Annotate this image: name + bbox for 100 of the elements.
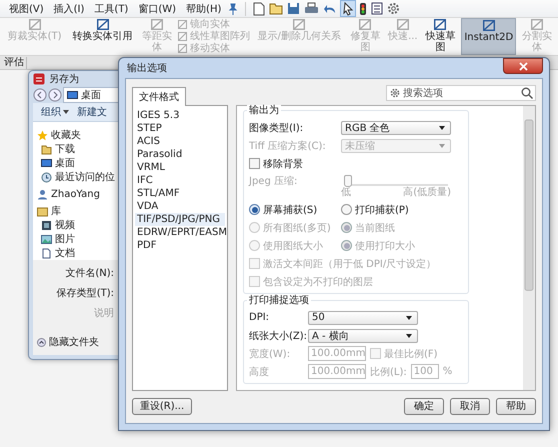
field-label: 高度 bbox=[249, 366, 270, 378]
open-folder-icon[interactable] bbox=[269, 2, 284, 15]
hide-folders-link[interactable]: 隐藏文件夹 bbox=[49, 335, 99, 349]
ribbon-button[interactable]: 快速草图 bbox=[424, 18, 458, 55]
format-item[interactable]: TIF/PSD/JPG/PNG bbox=[135, 213, 225, 226]
window-title: 另存为 bbox=[49, 72, 79, 86]
field-label: 宽度(W): bbox=[249, 348, 292, 360]
dialog-button[interactable]: 帮助 bbox=[496, 398, 536, 414]
nav-item[interactable]: 视频 bbox=[55, 218, 75, 232]
format-item[interactable]: IFC bbox=[135, 174, 225, 187]
caret-icon bbox=[439, 126, 445, 130]
nav-item[interactable]: 图片 bbox=[55, 232, 75, 246]
nav-item[interactable]: 最近访问的位 bbox=[55, 170, 115, 184]
sketch-tool-icon bbox=[28, 19, 41, 30]
nav-item[interactable]: 文档 bbox=[55, 246, 75, 260]
tab[interactable]: 评估 bbox=[2, 56, 27, 68]
caret-icon bbox=[63, 110, 69, 114]
settings-icon[interactable] bbox=[387, 2, 400, 15]
checkbox[interactable]: 移除背景 bbox=[249, 156, 303, 170]
radio-label: 使用打印大小 bbox=[355, 240, 415, 252]
collapse-icon[interactable] bbox=[37, 338, 46, 346]
sketch-tool-icon bbox=[482, 20, 495, 31]
library-icon bbox=[37, 206, 48, 217]
sketch-tool-icon bbox=[293, 19, 306, 30]
field-label: Jpeg 压缩: bbox=[249, 174, 298, 188]
clock-icon bbox=[41, 172, 52, 183]
save-icon[interactable] bbox=[287, 2, 300, 15]
nav-item[interactable]: 收藏夹 bbox=[51, 128, 81, 142]
search-field[interactable]: 搜索选项 bbox=[386, 85, 536, 101]
sketch-tool-icon bbox=[178, 32, 187, 41]
slider-max-label: 高(低质量) bbox=[403, 187, 451, 199]
close-button[interactable] bbox=[503, 58, 543, 74]
pin-icon[interactable] bbox=[228, 2, 238, 14]
sketch-tool-icon bbox=[396, 19, 409, 30]
menu-item[interactable]: 工具(T) bbox=[91, 2, 132, 16]
nav-item[interactable]: ZhaoYang bbox=[51, 188, 100, 200]
nav-item[interactable]: 下载 bbox=[55, 142, 75, 156]
pointer-icon[interactable] bbox=[341, 1, 356, 16]
format-item[interactable]: PDF bbox=[135, 239, 225, 252]
dialog-button[interactable]: 取消 bbox=[450, 398, 490, 414]
radio-button[interactable] bbox=[341, 204, 352, 215]
radio-label: 使用图纸大小 bbox=[263, 240, 323, 252]
radio-button[interactable] bbox=[249, 204, 260, 215]
window-title: 输出选项 bbox=[127, 62, 167, 75]
format-item[interactable]: Parasolid bbox=[135, 148, 225, 161]
dropdown[interactable]: 50 bbox=[308, 310, 418, 324]
radio-label: 所有图纸(多页) bbox=[263, 222, 331, 234]
new-folder-button[interactable]: 新建文 bbox=[77, 105, 107, 120]
back-icon[interactable] bbox=[33, 88, 47, 102]
group-title: 输出为 bbox=[247, 105, 281, 117]
ribbon-button[interactable]: 转换实体引用 bbox=[69, 18, 136, 55]
list-icon[interactable] bbox=[371, 2, 384, 15]
menu-item[interactable]: 帮助(H) bbox=[183, 2, 224, 16]
field-label: Tiff 压缩方案(C): bbox=[249, 140, 327, 152]
unit-label: % bbox=[442, 366, 452, 377]
undo-icon[interactable] bbox=[323, 2, 338, 14]
app-icon bbox=[33, 73, 45, 86]
film-icon bbox=[41, 220, 52, 231]
sketch-tool-icon bbox=[531, 19, 544, 30]
menu-item[interactable]: 视图(V) bbox=[6, 2, 47, 16]
field-label: DPI: bbox=[249, 312, 270, 323]
field-label: 纸张大小(Z): bbox=[249, 330, 304, 342]
format-item[interactable]: STL/AMF bbox=[135, 187, 225, 200]
menu-item[interactable]: 窗口(W) bbox=[135, 2, 180, 16]
folder-icon bbox=[41, 144, 52, 155]
forward-icon[interactable] bbox=[48, 88, 62, 102]
new-document-icon[interactable] bbox=[253, 2, 266, 16]
monitor-icon bbox=[67, 90, 78, 100]
user-icon bbox=[37, 188, 48, 200]
nav-item[interactable]: 库 bbox=[51, 204, 61, 218]
menu-item[interactable]: 插入(I) bbox=[50, 2, 88, 16]
field-label: 图像类型(I): bbox=[249, 122, 304, 134]
print-icon[interactable] bbox=[304, 2, 320, 15]
format-item[interactable]: VDA bbox=[135, 200, 225, 213]
caret-icon bbox=[406, 316, 412, 320]
dropdown[interactable]: A - 横向 bbox=[308, 328, 418, 342]
sketch-tool-icon bbox=[96, 19, 109, 30]
traffic-light-icon[interactable] bbox=[359, 2, 368, 16]
format-item[interactable]: STEP bbox=[135, 122, 225, 135]
reset-button[interactable]: 重设(R)... bbox=[132, 398, 192, 414]
field-label: 比例(L): bbox=[370, 366, 407, 378]
caret-icon bbox=[439, 144, 445, 148]
dialog-button[interactable]: 确定 bbox=[404, 398, 444, 414]
format-item[interactable]: ACIS bbox=[135, 135, 225, 148]
dropdown[interactable]: RGB 全色 bbox=[341, 120, 451, 134]
field-label: 文件名(N): bbox=[65, 266, 114, 280]
nav-item[interactable]: 桌面 bbox=[55, 156, 75, 170]
sketch-tool-icon bbox=[359, 19, 372, 30]
caret-icon bbox=[406, 334, 412, 338]
format-item[interactable]: EDRW/EPRT/EASM bbox=[135, 226, 225, 239]
sketch-tool-icon bbox=[178, 44, 187, 54]
scrollbar[interactable] bbox=[523, 106, 535, 390]
radio-label: 打印捕获(P) bbox=[355, 204, 409, 216]
sketch-tool-icon bbox=[151, 19, 163, 30]
search-icon bbox=[521, 87, 533, 99]
organize-button[interactable]: 组织 bbox=[41, 105, 69, 120]
format-item[interactable]: IGES 5.3 bbox=[135, 109, 225, 122]
format-item[interactable]: VRML bbox=[135, 161, 225, 174]
tab[interactable]: 文件格式 bbox=[132, 87, 186, 106]
ribbon-button[interactable]: Instant2D bbox=[461, 18, 516, 55]
